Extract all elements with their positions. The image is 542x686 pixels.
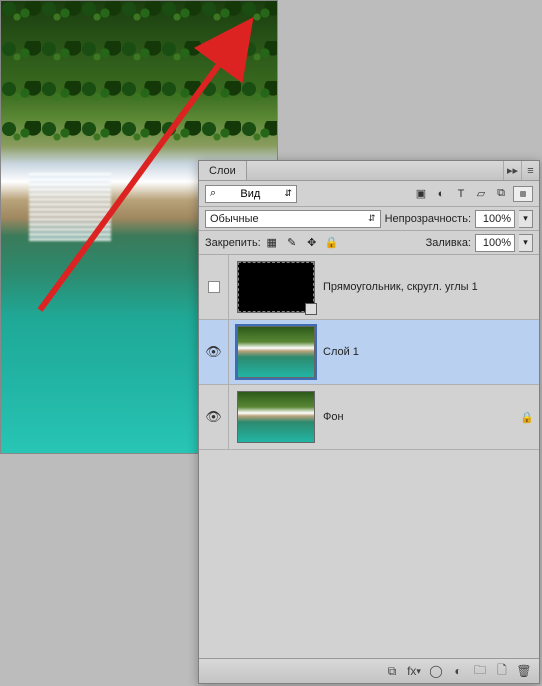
lock-transparency-button[interactable]: ▦ <box>265 236 279 250</box>
lock-icon: 🔒 <box>515 411 539 424</box>
fill-dropdown[interactable]: ▾ <box>519 234 533 252</box>
blend-opacity-row: Обычные ⇵ Непрозрачность: 100% ▾ <box>199 207 539 231</box>
layers-panel-footer: ⧉ fx▾ ◯ ◐ 🗀 🗋 🗑 <box>199 659 539 683</box>
lock-position-button[interactable]: ✥ <box>305 236 319 250</box>
layer-style-button[interactable]: fx▾ <box>405 663 423 679</box>
layer-thumbnail[interactable] <box>237 391 315 443</box>
layer-name-label[interactable]: Фон <box>323 411 515 423</box>
layer-mask-button[interactable]: ◯ <box>427 663 445 679</box>
lock-pixels-button[interactable]: ✎ <box>285 236 299 250</box>
filter-shape-icon[interactable]: ▱ <box>473 186 489 202</box>
filter-smart-icon[interactable]: ⧉ <box>493 186 509 202</box>
delete-layer-button[interactable]: 🗑 <box>515 663 533 679</box>
visibility-toggle[interactable]: 👁 <box>205 344 222 360</box>
lock-fill-row: Закрепить: ▦ ✎ ✥ 🔒 Заливка: 100% ▾ <box>199 231 539 255</box>
layer-name-label[interactable]: Слой 1 <box>323 346 515 358</box>
layer-row[interactable]: 👁 Фон 🔒 <box>199 385 539 450</box>
updown-icon: ⇵ <box>368 213 376 224</box>
layers-panel: Слои ▸▸ ≡ ⌕ Вид ⇵ ▣ ◐ T ▱ ⧉ Обычные ⇵ Не… <box>198 160 540 684</box>
fill-input[interactable]: 100% <box>475 234 515 252</box>
updown-icon: ⇵ <box>284 188 292 199</box>
visibility-toggle[interactable]: 👁 <box>205 409 222 425</box>
canvas-content <box>29 173 112 241</box>
layers-tab[interactable]: Слои <box>199 161 247 180</box>
filter-type-icon[interactable]: T <box>453 186 469 202</box>
link-layers-button[interactable]: ⧉ <box>383 663 401 679</box>
adjustment-layer-button[interactable]: ◐ <box>449 663 467 679</box>
layer-row[interactable]: 👁 Слой 1 <box>199 320 539 385</box>
search-icon: ⌕ <box>210 187 216 200</box>
fill-label: Заливка: <box>426 237 471 249</box>
blend-mode-value: Обычные <box>210 213 259 225</box>
layer-list: Прямоугольник, скругл. углы 1 👁 Слой 1 👁… <box>199 255 539 659</box>
layer-name-label[interactable]: Прямоугольник, скругл. углы 1 <box>323 281 515 293</box>
new-layer-button[interactable]: 🗋 <box>493 663 511 679</box>
canvas-content <box>1 1 277 159</box>
filter-pixel-icon[interactable]: ▣ <box>413 186 429 202</box>
panel-titlebar: Слои ▸▸ ≡ <box>199 161 539 181</box>
opacity-dropdown[interactable]: ▾ <box>519 210 533 228</box>
layer-filter-toolbar: ⌕ Вид ⇵ ▣ ◐ T ▱ ⧉ <box>199 181 539 207</box>
layer-thumbnail[interactable] <box>237 326 315 378</box>
layer-row[interactable]: Прямоугольник, скругл. углы 1 <box>199 255 539 320</box>
opacity-label: Непрозрачность: <box>385 213 471 225</box>
opacity-input[interactable]: 100% <box>475 210 515 228</box>
visibility-toggle[interactable] <box>208 281 220 293</box>
blend-mode-select[interactable]: Обычные ⇵ <box>205 210 381 228</box>
filter-type-select[interactable]: ⌕ Вид ⇵ <box>205 185 297 203</box>
filter-toggle[interactable] <box>513 186 533 202</box>
lock-label: Закрепить: <box>205 237 261 249</box>
filter-adjust-icon[interactable]: ◐ <box>433 186 449 202</box>
layer-thumbnail[interactable] <box>237 261 315 313</box>
panel-collapse-button[interactable]: ▸▸ <box>503 161 521 180</box>
layer-group-button[interactable]: 🗀 <box>471 663 489 679</box>
panel-menu-button[interactable]: ≡ <box>521 161 539 180</box>
lock-all-button[interactable]: 🔒 <box>325 236 339 250</box>
filter-type-label: Вид <box>240 188 260 200</box>
